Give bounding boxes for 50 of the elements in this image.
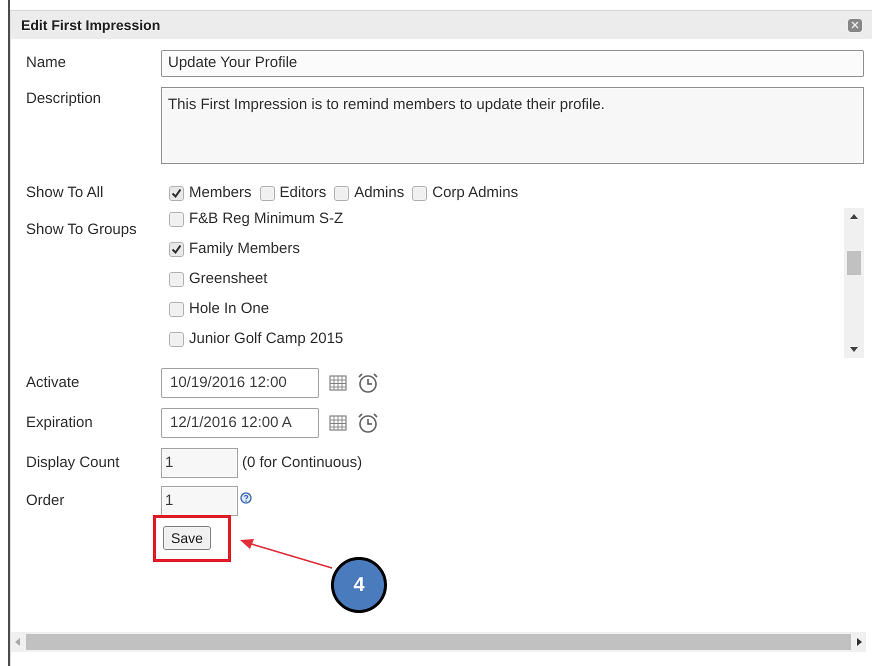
clock-icon[interactable] (357, 412, 379, 434)
close-icon (851, 21, 859, 29)
field-label: Name (26, 54, 66, 71)
scroll-thumb[interactable] (26, 634, 851, 650)
checkbox-label: Hole In One (189, 298, 270, 319)
clock-icon[interactable] (357, 372, 379, 394)
save-button[interactable]: Save (163, 526, 211, 550)
checkbox-label: Junior Golf Camp 2015 (189, 328, 344, 349)
checkbox[interactable] (169, 212, 184, 226)
scrollbar[interactable] (844, 208, 864, 358)
checkbox-label: Corp Admins (432, 182, 518, 203)
dialog-title: Edit First Impression (21, 16, 160, 35)
horizontal-scrollbar[interactable] (11, 632, 866, 652)
field-label: Show To All (26, 184, 104, 201)
checkbox-label: Admins (354, 182, 404, 203)
checkbox[interactable] (169, 302, 184, 316)
field-label: Expiration (26, 414, 93, 431)
checkbox-label: Members (189, 182, 252, 203)
order-field[interactable]: 1 (161, 486, 238, 516)
checkbox-label: F&B Reg Minimum S-Z (189, 208, 344, 229)
date-field[interactable]: 12/1/2016 12:00 A (161, 408, 319, 438)
field-label: Activate (26, 374, 80, 391)
scroll-right-icon[interactable] (857, 638, 862, 646)
scroll-left-icon[interactable] (15, 638, 20, 646)
scroll-up-icon[interactable] (850, 214, 858, 219)
field-label: Description (26, 90, 102, 107)
field-label: Order (26, 492, 64, 509)
checkbox[interactable] (412, 186, 428, 200)
scroll-thumb[interactable] (847, 251, 861, 275)
calendar-icon[interactable] (329, 415, 347, 431)
field-label: Display Count (26, 454, 120, 471)
help-icon[interactable] (240, 492, 252, 504)
calendar-icon[interactable] (329, 375, 347, 391)
checkbox[interactable] (260, 186, 275, 200)
close-button[interactable] (848, 18, 862, 32)
checkbox[interactable] (169, 242, 184, 256)
scroll-down-icon[interactable] (850, 347, 858, 352)
hint-text: (0 for Continuous) (242, 452, 362, 473)
date-field[interactable]: 10/19/2016 12:00 (161, 368, 319, 398)
checkbox[interactable] (334, 186, 350, 200)
field-label: Show To Groups (26, 221, 137, 238)
checkbox-label: Family Members (189, 238, 300, 259)
checkbox[interactable] (169, 272, 184, 286)
checkbox[interactable] (169, 186, 184, 200)
checkbox-label: Editors (280, 182, 326, 203)
count-field[interactable]: 1 (161, 448, 238, 478)
description-field[interactable]: This First Impression is to remind members to update their profile. (161, 87, 864, 164)
checkbox-label: Greensheet (189, 268, 268, 289)
name-field[interactable]: Update Your Profile (161, 50, 864, 76)
checkbox[interactable] (169, 332, 184, 346)
